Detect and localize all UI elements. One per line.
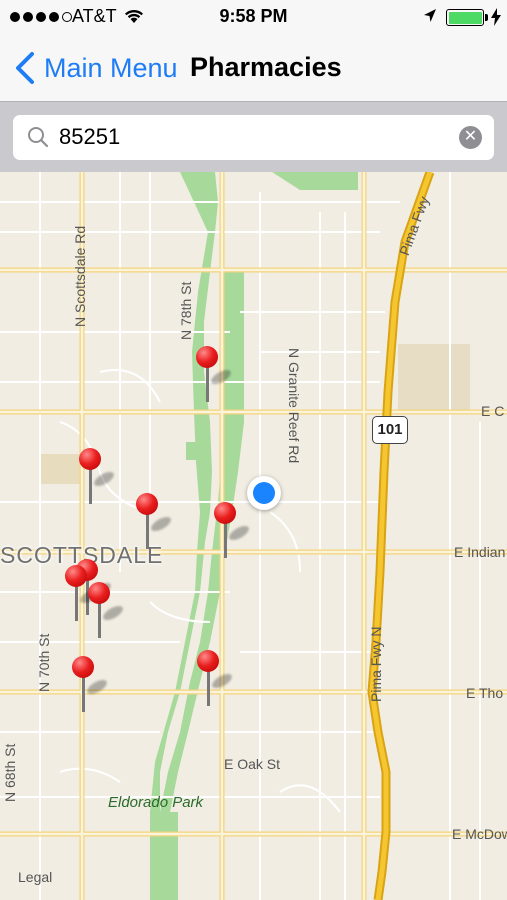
pharmacy-pin[interactable]: [132, 493, 174, 555]
page-title: Pharmacies: [190, 52, 342, 82]
location-arrow-icon: [423, 8, 437, 29]
street-label: E Tho: [466, 685, 504, 701]
street-label: E Oak St: [224, 756, 281, 772]
street-label: E C: [481, 403, 505, 419]
street-label: N 68th St: [2, 743, 18, 802]
clear-icon[interactable]: ✕: [459, 126, 482, 149]
map-view[interactable]: N Scottsdale Rd N 78th St N Granite Reef…: [0, 172, 507, 900]
street-label: Pima Fwy N: [368, 626, 384, 702]
search-bar: ✕: [0, 102, 507, 172]
back-button[interactable]: Main Menu: [12, 48, 178, 88]
search-field[interactable]: ✕: [13, 115, 494, 160]
user-location-marker: [247, 476, 281, 510]
pharmacy-pin[interactable]: [193, 650, 235, 712]
street-label: N 70th St: [36, 633, 52, 692]
legal-link[interactable]: Legal: [18, 869, 52, 885]
park-label: Eldorado Park: [108, 794, 204, 811]
charging-bolt-icon: [491, 8, 501, 31]
pharmacy-pin[interactable]: [210, 502, 252, 564]
pharmacy-pin[interactable]: [84, 582, 126, 644]
street-label: E McDow: [452, 826, 507, 842]
status-bar: AT&T 9:58 PM: [0, 0, 507, 36]
highway-shield: 101: [372, 416, 408, 444]
search-icon: [27, 126, 49, 153]
back-button-label: Main Menu: [44, 52, 178, 83]
street-label: N 78th St: [178, 281, 194, 340]
search-input[interactable]: [59, 124, 439, 150]
pharmacy-pin[interactable]: [192, 346, 234, 408]
pharmacy-pin[interactable]: [68, 656, 110, 718]
chevron-left-icon: [16, 52, 34, 84]
battery-tip: [485, 14, 488, 21]
street-label: E Indian: [454, 544, 506, 560]
street-label: N Granite Reef Rd: [286, 348, 302, 464]
battery-icon: [446, 9, 484, 26]
pharmacy-pin[interactable]: [75, 448, 117, 510]
street-label: N Scottsdale Rd: [72, 225, 88, 327]
navigation-bar: Main Menu Pharmacies: [0, 36, 507, 102]
